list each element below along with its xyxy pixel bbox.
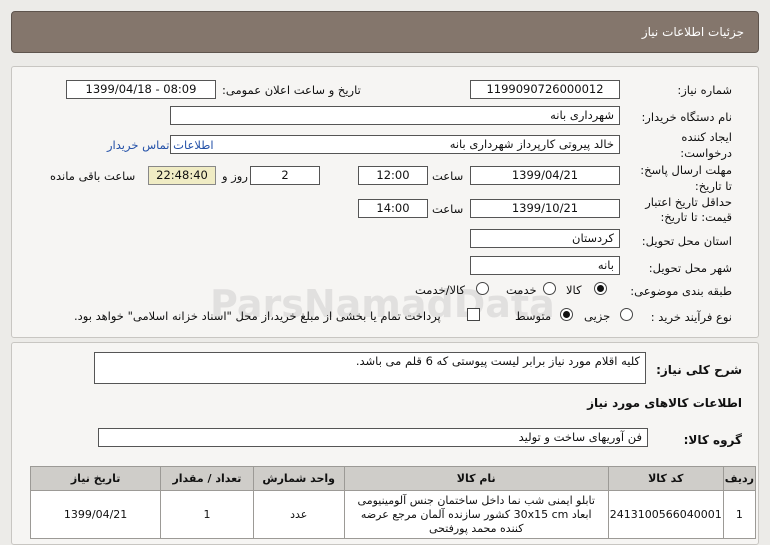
- city-label: شهر محل تحویل:: [648, 261, 732, 275]
- announce-field: 1399/04/18 - 08:09: [66, 80, 216, 99]
- process-option-minor: جزیی: [584, 309, 611, 323]
- treasury-payment-text: پرداخت تمام یا بخشی از مبلغ خرید،از محل …: [74, 309, 441, 323]
- cell-name: تابلو ایمنی شب نما داخل ساختمان جنس آلوم…: [343, 490, 609, 539]
- category-option-service: خدمت: [506, 283, 537, 297]
- process-radio-medium[interactable]: [560, 308, 573, 321]
- category-radio-both[interactable]: [476, 282, 489, 295]
- deadline-time-field: 12:00: [358, 166, 428, 185]
- remaining-label: ساعت باقی مانده: [50, 169, 136, 183]
- table-header-row: تاریخ نیاز تعداد / مقدار واحد شمارش نام …: [29, 466, 757, 491]
- announce-label: تاریخ و ساعت اعلان عمومی:: [222, 83, 361, 97]
- buyer-org-field: شهرداری بانه: [170, 106, 620, 125]
- validity-label-1: حداقل تاریخ اعتبار: [645, 195, 732, 209]
- cell-code: 2413100566040001: [607, 490, 724, 539]
- goods-group-field: فن آوریهای ساخت و تولید: [98, 428, 648, 447]
- col-qty: تعداد / مقدار: [160, 466, 254, 491]
- page-title: جزئیات اطلاعات نیاز: [641, 25, 744, 39]
- requester-field: خالد پیروتی کارپرداز شهرداری بانه: [170, 135, 620, 154]
- process-radio-minor[interactable]: [620, 308, 633, 321]
- col-date: تاریخ نیاز: [29, 466, 162, 491]
- col-code: کد کالا: [607, 466, 724, 491]
- validity-time-label: ساعت: [432, 202, 464, 216]
- deadline-label-2: تا تاریخ:: [694, 179, 732, 193]
- days-label: روز و: [222, 169, 248, 183]
- category-option-goods: کالا: [566, 283, 582, 297]
- process-label: نوع فرآیند خرید :: [650, 310, 732, 324]
- need-number-field: 1199090726000012: [470, 80, 620, 99]
- page-header: جزئیات اطلاعات نیاز: [11, 11, 759, 53]
- treasury-payment-checkbox[interactable]: [467, 308, 480, 321]
- validity-date-field: 1399/10/21: [470, 199, 620, 218]
- remaining-time-field: 22:48:40: [148, 166, 216, 185]
- process-option-medium: متوسط: [515, 309, 552, 323]
- days-field: 2: [250, 166, 320, 185]
- table-row[interactable]: 1399/04/21 1 عدد تابلو ایمنی شب نما داخل…: [29, 490, 757, 539]
- goods-section-title: اطلاعات کالاهای مورد نیاز: [587, 396, 742, 410]
- col-row: ردیف: [722, 466, 757, 491]
- category-radio-goods[interactable]: [594, 282, 607, 295]
- requester-label-1: ایجاد کننده: [681, 130, 732, 144]
- requester-label-2: درخواست:: [680, 146, 732, 160]
- col-unit: واحد شمارش: [252, 466, 345, 491]
- category-radio-service[interactable]: [543, 282, 556, 295]
- cell-unit: عدد: [252, 490, 345, 539]
- contact-buyer-link[interactable]: اطلاعات تماس خریدار: [107, 138, 214, 152]
- summary-field: کلیه اقلام مورد نیاز برابر لیست پیوستی ک…: [94, 352, 646, 384]
- deadline-label-1: مهلت ارسال پاسخ:: [640, 163, 732, 177]
- deadline-time-label: ساعت: [432, 169, 464, 183]
- col-name: نام کالا: [343, 466, 609, 491]
- province-field: کردستان: [470, 229, 620, 248]
- cell-qty: 1: [160, 490, 254, 539]
- cell-date: 1399/04/21: [29, 490, 162, 539]
- goods-group-label: گروه کالا:: [683, 433, 742, 447]
- goods-table: تاریخ نیاز تعداد / مقدار واحد شمارش نام …: [29, 466, 757, 539]
- category-label: طبقه بندی موضوعی:: [630, 284, 732, 298]
- validity-label-2: قیمت: تا تاریخ:: [660, 210, 732, 224]
- cell-row: 1: [722, 490, 757, 539]
- need-number-label: شماره نیاز:: [677, 83, 732, 97]
- summary-label: شرح کلی نیاز:: [656, 363, 742, 377]
- city-field: بانه: [470, 256, 620, 275]
- category-option-both: کالا/خدمت: [415, 283, 466, 297]
- deadline-date-field: 1399/04/21: [470, 166, 620, 185]
- province-label: استان محل تحویل:: [641, 234, 732, 248]
- validity-time-field: 14:00: [358, 199, 428, 218]
- buyer-org-label: نام دستگاه خریدار:: [641, 110, 732, 124]
